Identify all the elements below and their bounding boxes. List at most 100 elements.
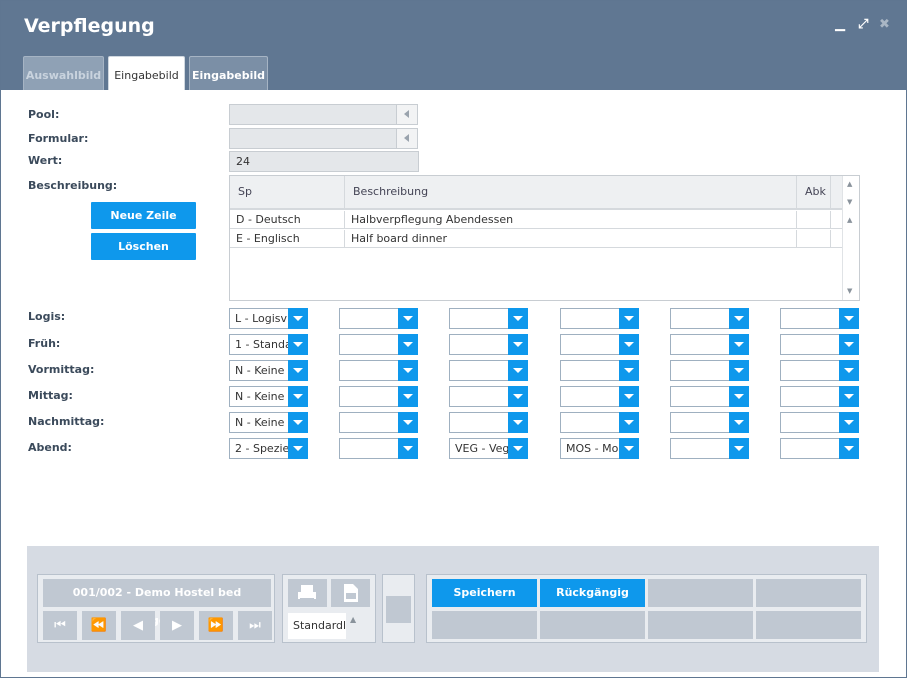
- meal-dropdown[interactable]: [670, 386, 749, 407]
- formular-select[interactable]: [229, 128, 418, 149]
- chevron-down-icon[interactable]: [839, 334, 859, 355]
- meal-dropdown[interactable]: [560, 334, 639, 355]
- meal-dropdown[interactable]: [780, 334, 859, 355]
- meal-dropdown[interactable]: [780, 412, 859, 433]
- meal-dropdown[interactable]: [780, 360, 859, 381]
- grid-col-abk[interactable]: Abk: [797, 176, 831, 210]
- chevron-down-icon[interactable]: [288, 360, 308, 381]
- empty-action-button[interactable]: [756, 579, 861, 607]
- meal-dropdown[interactable]: [780, 438, 859, 459]
- chevron-down-icon[interactable]: [729, 360, 749, 381]
- layout-arrow-icon[interactable]: ▲: [350, 615, 356, 624]
- chevron-down-icon[interactable]: [508, 334, 528, 355]
- wert-field[interactable]: 24: [229, 151, 419, 172]
- meal-dropdown[interactable]: [670, 412, 749, 433]
- prev-page-icon[interactable]: ⏪: [82, 611, 116, 640]
- meal-dropdown[interactable]: 1 - Standa: [229, 334, 308, 355]
- chevron-down-icon[interactable]: [619, 360, 639, 381]
- meal-dropdown[interactable]: N - Keine: [229, 412, 308, 433]
- meal-dropdown[interactable]: [449, 308, 528, 329]
- meal-dropdown[interactable]: [339, 334, 418, 355]
- chevron-down-icon[interactable]: [508, 308, 528, 329]
- meal-dropdown[interactable]: [670, 438, 749, 459]
- chevron-down-icon[interactable]: [398, 412, 418, 433]
- pdf-icon[interactable]: [331, 579, 370, 607]
- grid-col-beschreibung[interactable]: Beschreibung: [345, 176, 797, 210]
- meal-dropdown[interactable]: [449, 386, 528, 407]
- loeschen-button[interactable]: Löschen: [91, 233, 196, 260]
- chevron-down-icon[interactable]: [729, 308, 749, 329]
- chevron-down-icon[interactable]: [839, 438, 859, 459]
- chevron-down-icon[interactable]: [839, 386, 859, 407]
- scroll-down-icon[interactable]: ▼: [847, 198, 852, 206]
- grid-scrollbar[interactable]: ▲ ▼ ▲ ▼: [842, 176, 859, 300]
- meal-dropdown[interactable]: [339, 360, 418, 381]
- chevron-down-icon[interactable]: [508, 412, 528, 433]
- chevron-down-icon[interactable]: [398, 334, 418, 355]
- meal-dropdown[interactable]: [339, 386, 418, 407]
- scroll-up-icon[interactable]: ▲: [847, 180, 852, 188]
- close-icon[interactable]: ✖: [879, 15, 890, 35]
- chevron-down-icon[interactable]: [288, 386, 308, 407]
- chevron-down-icon[interactable]: [288, 308, 308, 329]
- layout-select[interactable]: Standardli: [288, 613, 346, 639]
- first-record-icon[interactable]: ⏮: [43, 611, 77, 640]
- chevron-down-icon[interactable]: [619, 308, 639, 329]
- save-button[interactable]: Speichern: [432, 579, 537, 607]
- meal-dropdown[interactable]: VEG - Veg: [449, 438, 528, 459]
- chevron-down-icon[interactable]: [729, 386, 749, 407]
- meal-dropdown[interactable]: [449, 334, 528, 355]
- chevron-down-icon[interactable]: [729, 438, 749, 459]
- empty-action-button[interactable]: [540, 611, 645, 639]
- chevron-down-icon[interactable]: [619, 412, 639, 433]
- chevron-down-icon[interactable]: [288, 412, 308, 433]
- chevron-down-icon[interactable]: [508, 438, 528, 459]
- empty-action-button[interactable]: [648, 579, 753, 607]
- meal-dropdown[interactable]: [670, 308, 749, 329]
- formular-arrow-icon[interactable]: [396, 129, 417, 148]
- meal-dropdown[interactable]: [449, 412, 528, 433]
- chevron-down-icon[interactable]: [839, 412, 859, 433]
- grid-col-sp[interactable]: Sp: [230, 176, 345, 210]
- meal-dropdown[interactable]: [780, 308, 859, 329]
- chevron-down-icon[interactable]: [619, 334, 639, 355]
- chevron-down-icon[interactable]: [729, 412, 749, 433]
- chevron-down-icon[interactable]: [288, 334, 308, 355]
- table-row[interactable]: E - Englisch Half board dinner: [230, 230, 842, 248]
- neue-zeile-button[interactable]: Neue Zeile: [91, 202, 196, 229]
- meal-dropdown[interactable]: [780, 386, 859, 407]
- chevron-down-icon[interactable]: [508, 386, 528, 407]
- next-record-icon[interactable]: ▶: [160, 611, 194, 640]
- meal-dropdown[interactable]: [339, 438, 418, 459]
- chevron-down-icon[interactable]: [398, 308, 418, 329]
- meal-dropdown[interactable]: L - Logisv: [229, 308, 308, 329]
- empty-action-button[interactable]: [756, 611, 861, 639]
- meal-dropdown[interactable]: N - Keine: [229, 360, 308, 381]
- meal-dropdown[interactable]: [560, 360, 639, 381]
- meal-dropdown[interactable]: 2 - Spezie: [229, 438, 308, 459]
- prev-record-icon[interactable]: ◀: [121, 611, 155, 640]
- chevron-down-icon[interactable]: [508, 360, 528, 381]
- scroll-up-icon[interactable]: ▲: [847, 216, 852, 224]
- meal-dropdown[interactable]: MOS - Mos: [560, 438, 639, 459]
- pool-select[interactable]: [229, 104, 418, 125]
- tab-eingabebild-active[interactable]: Eingabebild: [108, 56, 185, 90]
- print-icon[interactable]: [288, 579, 327, 607]
- meal-dropdown[interactable]: [560, 412, 639, 433]
- table-row[interactable]: D - Deutsch Halbverpflegung Abendessen: [230, 211, 842, 229]
- meal-dropdown[interactable]: [670, 360, 749, 381]
- chevron-down-icon[interactable]: [288, 438, 308, 459]
- next-page-icon[interactable]: ⏩: [199, 611, 233, 640]
- chevron-down-icon[interactable]: [619, 386, 639, 407]
- meal-dropdown[interactable]: N - Keine: [229, 386, 308, 407]
- misc-button[interactable]: [386, 596, 411, 623]
- meal-dropdown[interactable]: [670, 334, 749, 355]
- tab-auswahlbild[interactable]: Auswahlbild: [23, 56, 104, 90]
- last-record-icon[interactable]: ⏭: [238, 611, 272, 640]
- meal-dropdown[interactable]: [339, 308, 418, 329]
- chevron-down-icon[interactable]: [398, 386, 418, 407]
- empty-action-button[interactable]: [432, 611, 537, 639]
- meal-dropdown[interactable]: [560, 308, 639, 329]
- meal-dropdown[interactable]: [560, 386, 639, 407]
- chevron-down-icon[interactable]: [729, 334, 749, 355]
